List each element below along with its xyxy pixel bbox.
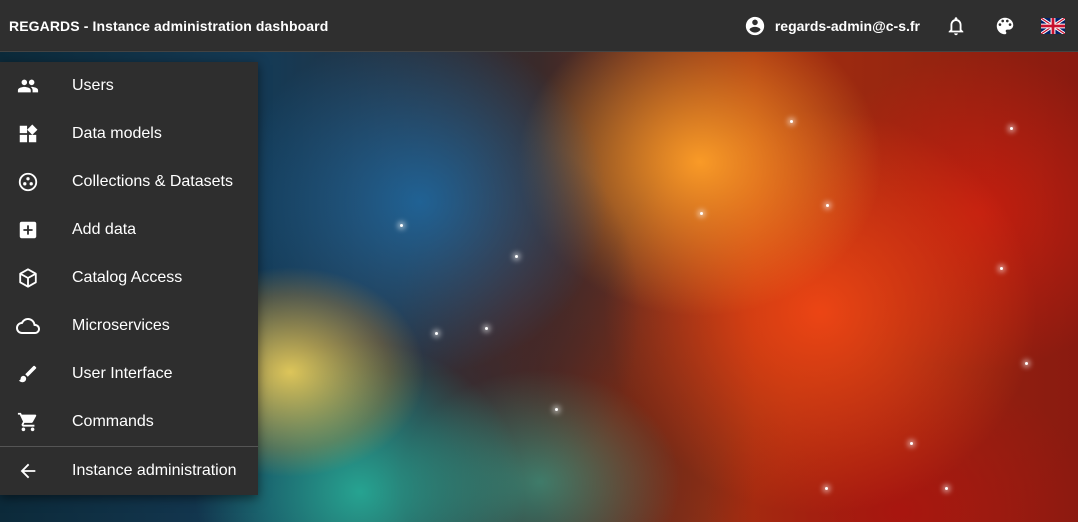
app-root: REGARDS - Instance administration dashbo… [0, 0, 1078, 522]
menu-item-label: Instance administration [72, 462, 237, 479]
menu-item-label: User Interface [72, 365, 173, 382]
menu-item-microservices[interactable]: Microservices [0, 302, 258, 350]
account-circle-icon [744, 15, 766, 37]
menu-item-label: Catalog Access [72, 269, 183, 286]
menu-item-label: Data models [72, 125, 162, 142]
navigation-menu: Users Data models Collections & Datasets… [0, 62, 258, 495]
menu-item-label: Collections & Datasets [72, 173, 233, 190]
widgets-icon [16, 122, 40, 146]
menu-item-label: Microservices [72, 317, 170, 334]
menu-item-instance-administration[interactable]: Instance administration [0, 447, 258, 495]
cart-icon [16, 410, 40, 434]
user-account-button[interactable]: regards-admin@c-s.fr [744, 15, 920, 37]
menu-item-label: Commands [72, 413, 154, 430]
bell-icon[interactable] [944, 14, 968, 38]
palette-icon[interactable] [993, 14, 1017, 38]
menu-item-users[interactable]: Users [0, 62, 258, 110]
app-title: REGARDS - Instance administration dashbo… [9, 17, 329, 34]
uk-flag-icon[interactable] [1041, 17, 1065, 34]
menu-item-catalog-access[interactable]: Catalog Access [0, 254, 258, 302]
add-box-icon [16, 218, 40, 242]
bubbles-icon [16, 170, 40, 194]
people-icon [16, 74, 40, 98]
menu-item-commands[interactable]: Commands [0, 398, 258, 446]
top-app-bar: REGARDS - Instance administration dashbo… [0, 0, 1078, 52]
menu-item-label: Users [72, 77, 114, 94]
topbar-actions: regards-admin@c-s.fr [744, 0, 1078, 52]
menu-item-label: Add data [72, 221, 137, 238]
menu-item-add-data[interactable]: Add data [0, 206, 258, 254]
cloud-icon [16, 314, 40, 338]
brush-icon [16, 362, 40, 386]
menu-item-user-interface[interactable]: User Interface [0, 350, 258, 398]
arrow-back-icon [16, 459, 40, 483]
menu-item-data-models[interactable]: Data models [0, 110, 258, 158]
cube-icon [16, 266, 40, 290]
menu-item-collections-datasets[interactable]: Collections & Datasets [0, 158, 258, 206]
user-email: regards-admin@c-s.fr [774, 17, 920, 34]
